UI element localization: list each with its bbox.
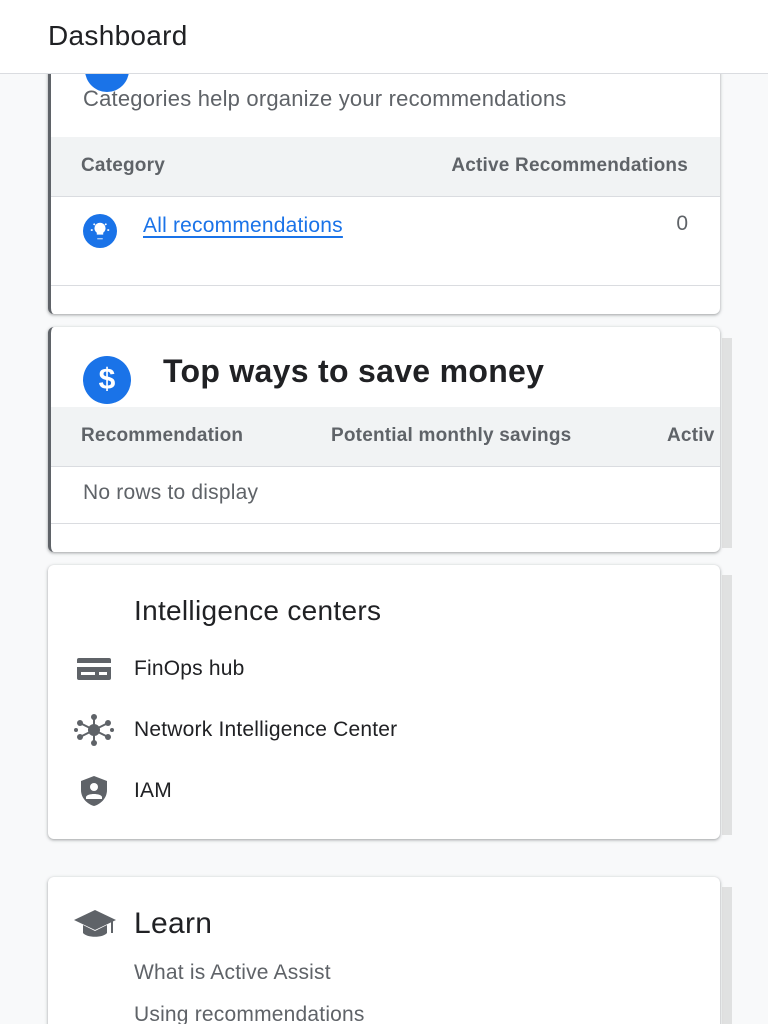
intelligence-item-label[interactable]: IAM [134, 779, 172, 803]
categories-table-header: Category Active Recommendations [51, 137, 720, 197]
empty-table-message: No rows to display [83, 481, 259, 504]
active-recommendations-count: 0 [676, 212, 688, 235]
column-header-category[interactable]: Category [81, 155, 165, 177]
savings-card-title: Top ways to save money [163, 353, 545, 389]
learn-link-using-recommendations[interactable]: Using recommendations [134, 1003, 365, 1024]
savings-card: $ Top ways to save money Recommendation … [48, 327, 720, 552]
dollar-icon: $ [83, 356, 131, 404]
graduation-cap-icon [72, 907, 118, 941]
top-app-bar: Dashboard [0, 0, 768, 74]
learn-card: Learn What is Active Assist Using recomm… [48, 877, 720, 1024]
column-header-active[interactable]: Activ [667, 425, 714, 447]
savings-table-header: Recommendation Potential monthly savings… [51, 407, 720, 467]
card-edge-shadow [722, 887, 732, 1024]
learn-card-title: Learn [134, 907, 213, 940]
learn-link-what-is-active-assist[interactable]: What is Active Assist [134, 961, 331, 985]
card-edge-shadow [722, 575, 732, 835]
intelligence-item-finops-hub[interactable]: FinOps hub [48, 649, 720, 689]
column-header-active-recommendations[interactable]: Active Recommendations [451, 155, 688, 177]
intelligence-centers-card: Intelligence centers FinOps hub Network … [48, 565, 720, 839]
row-divider [51, 523, 720, 524]
intelligence-item-label[interactable]: Network Intelligence Center [134, 718, 397, 742]
intelligence-item-label[interactable]: FinOps hub [134, 657, 245, 681]
card-edge-shadow [722, 338, 732, 548]
billing-card-icon [74, 653, 114, 685]
page-title: Dashboard [48, 20, 188, 51]
intelligence-item-network-intelligence-center[interactable]: Network Intelligence Center [48, 710, 720, 750]
row-divider [51, 285, 720, 286]
category-link-all-recommendations[interactable]: All recommendations [83, 210, 343, 241]
shield-user-icon [74, 775, 114, 807]
network-hub-icon [74, 714, 114, 746]
intelligence-centers-title: Intelligence centers [134, 595, 382, 626]
categories-subtitle: Categories help organize your recommenda… [83, 86, 567, 111]
category-link-label[interactable]: All recommendations [143, 214, 343, 237]
column-header-potential-monthly-savings[interactable]: Potential monthly savings [331, 425, 571, 447]
column-header-recommendation[interactable]: Recommendation [81, 425, 243, 447]
intelligence-item-iam[interactable]: IAM [48, 771, 720, 811]
